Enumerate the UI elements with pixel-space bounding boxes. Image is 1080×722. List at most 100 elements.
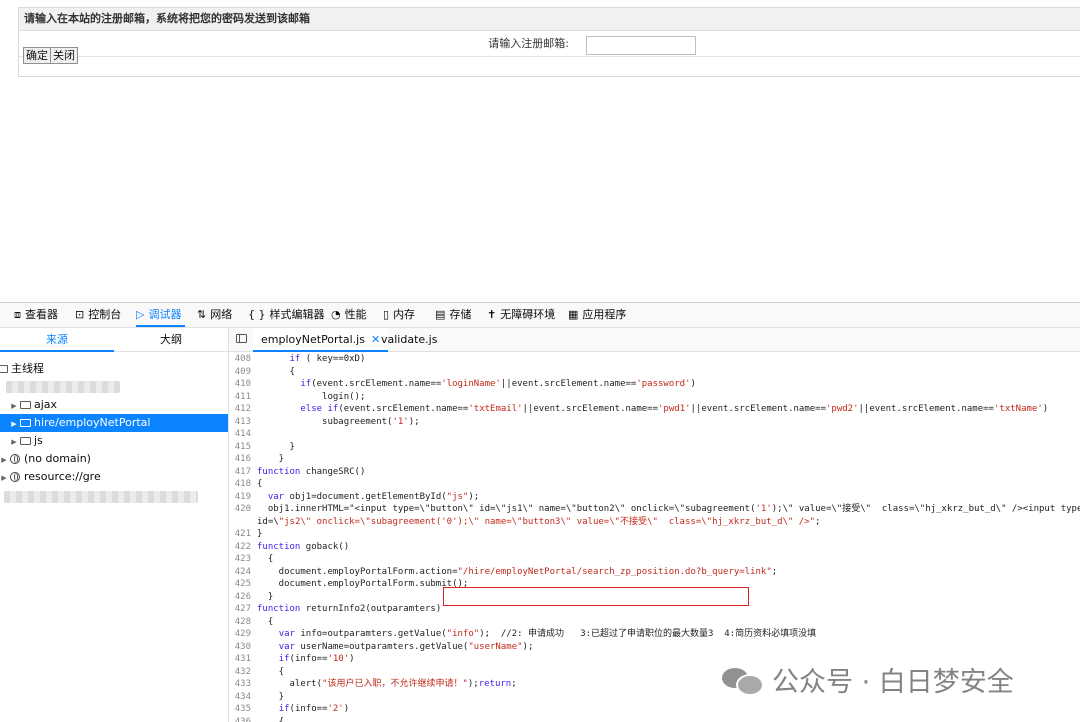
line-number[interactable]: 414 bbox=[229, 428, 257, 441]
email-row: 请输入注册邮箱: bbox=[19, 31, 1080, 57]
devtools-toolbar: ⧈查看器 ⊡控制台 ▷调试器 ⇅网络 { }样式编辑器 ◔性能 ▯内存 ▤存储 … bbox=[0, 303, 1080, 328]
tab-validate-js[interactable]: validate.js bbox=[373, 328, 445, 351]
line-number[interactable]: 420 bbox=[229, 503, 257, 516]
globe-icon bbox=[10, 472, 20, 482]
expand-arrow-icon: ▶ bbox=[10, 433, 18, 451]
line-number[interactable]: 415 bbox=[229, 441, 257, 454]
tab-sources[interactable]: 来源 bbox=[0, 328, 114, 351]
tool-network[interactable]: ⇅网络 bbox=[197, 303, 232, 327]
email-input[interactable] bbox=[586, 36, 696, 55]
password-recovery-form: 请输入在本站的注册邮箱，系统将把您的密码发送到该邮箱 请输入注册邮箱: bbox=[18, 7, 1080, 77]
tool-label: 查看器 bbox=[25, 308, 58, 321]
code-line: 436 { bbox=[229, 716, 1080, 722]
wechat-icon bbox=[722, 664, 762, 694]
debugger-icon: ▷ bbox=[136, 303, 144, 327]
line-number[interactable]: 412 bbox=[229, 403, 257, 416]
tab-outline[interactable]: 大纲 bbox=[114, 328, 228, 351]
confirm-button[interactable]: 确定 bbox=[23, 47, 51, 64]
line-number[interactable]: 430 bbox=[229, 641, 257, 654]
code-text: { bbox=[257, 553, 273, 566]
tree-label: ajax bbox=[34, 398, 57, 411]
line-number[interactable]: 432 bbox=[229, 666, 257, 679]
line-number[interactable]: 434 bbox=[229, 691, 257, 704]
line-number[interactable]: 417 bbox=[229, 466, 257, 479]
tree-label: (no domain) bbox=[24, 452, 91, 465]
line-number[interactable]: 411 bbox=[229, 391, 257, 404]
storage-icon: ▤ bbox=[435, 303, 445, 327]
expand-arrow-icon: ▶ bbox=[0, 451, 8, 469]
tool-debugger[interactable]: ▷调试器 bbox=[136, 303, 181, 327]
tool-label: 性能 bbox=[345, 308, 367, 321]
performance-icon: ◔ bbox=[331, 303, 341, 327]
tree-item-js[interactable]: ▶js bbox=[0, 432, 228, 450]
tool-application[interactable]: ▦应用程序 bbox=[568, 303, 626, 327]
code-text: function changeSRC() bbox=[257, 466, 365, 479]
tool-accessibility[interactable]: ✝无障碍环境 bbox=[487, 303, 555, 327]
code-line: 429 var info=outparamters.getValue("info… bbox=[229, 628, 1080, 641]
code-line: 417function changeSRC() bbox=[229, 466, 1080, 479]
tool-performance[interactable]: ◔ 性能 bbox=[331, 303, 367, 327]
code-line: 414 bbox=[229, 428, 1080, 441]
tool-storage[interactable]: ▤ 存储 bbox=[435, 303, 471, 327]
network-icon: ⇅ bbox=[197, 303, 206, 327]
inspector-icon: ⧈ bbox=[14, 303, 21, 327]
line-number[interactable]: 419 bbox=[229, 491, 257, 504]
close-button[interactable]: 关闭 bbox=[50, 47, 78, 64]
code-text: function returnInfo2(outparamters) bbox=[257, 603, 441, 616]
code-line: 423 { bbox=[229, 553, 1080, 566]
line-number[interactable]: 425 bbox=[229, 578, 257, 591]
tab-label: validate.js bbox=[381, 333, 437, 346]
line-number[interactable]: 408 bbox=[229, 353, 257, 366]
tab-employnetportal-js[interactable]: employNetPortal.js✕ bbox=[253, 328, 388, 351]
tool-label: 存储 bbox=[449, 308, 471, 321]
line-number[interactable]: 426 bbox=[229, 591, 257, 604]
tool-label: 控制台 bbox=[88, 308, 121, 321]
code-text: var obj1=document.getElementById("js"); bbox=[257, 491, 479, 504]
code-line: 419 var obj1=document.getElementById("js… bbox=[229, 491, 1080, 504]
tool-memory[interactable]: ▯内存 bbox=[383, 303, 415, 327]
line-number[interactable]: 418 bbox=[229, 478, 257, 491]
tool-style-editor[interactable]: { }样式编辑器 bbox=[248, 303, 325, 327]
tree-item-resource[interactable]: ▶resource://gre bbox=[0, 468, 228, 486]
toggle-sidebar-icon[interactable] bbox=[236, 334, 247, 343]
code-line: 413 subagreement('1'); bbox=[229, 416, 1080, 429]
tree-item-ajax[interactable]: ▶ ajax bbox=[0, 396, 228, 414]
tool-label: 样式编辑器 bbox=[270, 308, 325, 321]
line-number[interactable]: 428 bbox=[229, 616, 257, 629]
line-number[interactable]: 435 bbox=[229, 703, 257, 716]
code-line: 418{ bbox=[229, 478, 1080, 491]
code-text: if ( key==0xD) bbox=[257, 353, 365, 366]
line-number[interactable]: 431 bbox=[229, 653, 257, 666]
code-text: { bbox=[257, 666, 284, 679]
folder-icon bbox=[20, 437, 31, 445]
code-line: 415 } bbox=[229, 441, 1080, 454]
line-number[interactable]: 416 bbox=[229, 453, 257, 466]
line-number[interactable]: 427 bbox=[229, 603, 257, 616]
tree-main-thread[interactable]: 主线程 bbox=[0, 360, 228, 378]
line-number[interactable]: 423 bbox=[229, 553, 257, 566]
tree-item-hire[interactable]: ▶hire/employNetPortal bbox=[0, 414, 228, 432]
redacted-domain bbox=[4, 491, 198, 503]
line-number[interactable]: 410 bbox=[229, 378, 257, 391]
tool-label: 无障碍环境 bbox=[500, 308, 555, 321]
sources-pane: 来源 大纲 主线程 ▶ ajax ▶hire/employNetPortal ▶j… bbox=[0, 328, 229, 722]
folder-icon bbox=[20, 401, 31, 409]
code-line: 408 if ( key==0xD) bbox=[229, 353, 1080, 366]
line-number[interactable]: 421 bbox=[229, 528, 257, 541]
expand-arrow-icon: ▶ bbox=[10, 397, 18, 415]
line-number[interactable]: 429 bbox=[229, 628, 257, 641]
line-number[interactable]: 433 bbox=[229, 678, 257, 691]
line-number[interactable]: 409 bbox=[229, 366, 257, 379]
tool-inspector[interactable]: ⧈ 查看器 bbox=[14, 303, 58, 327]
code-text: function goback() bbox=[257, 541, 349, 554]
watermark-text: 公众号 · 白日梦安全 bbox=[772, 660, 1014, 699]
web-page: 请输入在本站的注册邮箱，系统将把您的密码发送到该邮箱 请输入注册邮箱: 确定 关… bbox=[0, 0, 1080, 300]
line-number[interactable]: 436 bbox=[229, 716, 257, 722]
line-number[interactable]: 413 bbox=[229, 416, 257, 429]
tree-item-no-domain[interactable]: ▶ (no domain) bbox=[0, 450, 228, 468]
code-text: var info=outparamters.getValue("info"); … bbox=[257, 628, 816, 641]
line-number[interactable]: 424 bbox=[229, 566, 257, 579]
line-number[interactable]: 422 bbox=[229, 541, 257, 554]
tool-console[interactable]: ⊡控制台 bbox=[75, 303, 121, 327]
code-text: var userName=outparamters.getValue("user… bbox=[257, 641, 533, 654]
